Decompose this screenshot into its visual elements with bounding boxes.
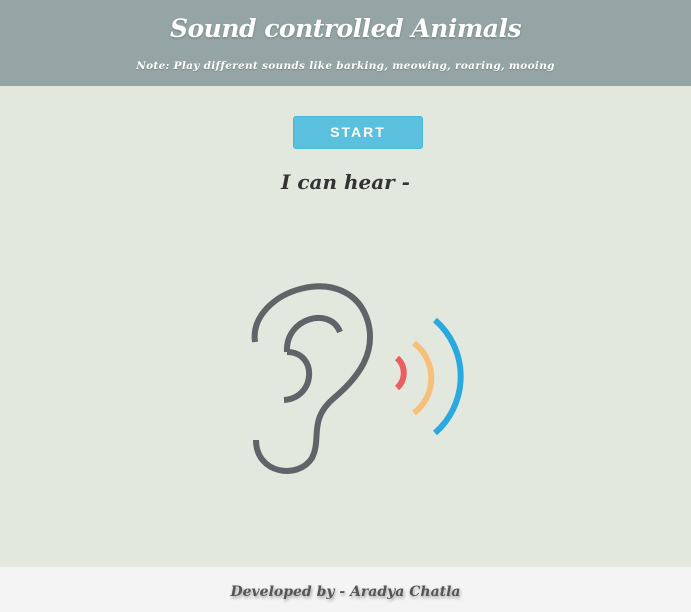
sound-wave-outer (433, 317, 464, 436)
ear-lobe-contour (283, 349, 313, 403)
ear-icon (251, 283, 374, 474)
page-footer: Developed by - Aradya Chatla (0, 567, 691, 612)
page-title: Sound controlled Animals (169, 14, 522, 43)
ear-inner-contour (283, 314, 343, 353)
ear-listening-icon (251, 283, 464, 474)
ear-outer-contour (251, 283, 374, 474)
sound-wave-inner (394, 355, 407, 391)
sound-wave-middle (412, 340, 435, 416)
page-header: Sound controlled Animals Note: Play diff… (0, 0, 691, 86)
start-button[interactable]: START (293, 116, 423, 149)
hear-label: I can hear - (281, 170, 410, 194)
page-note: Note: Play different sounds like barking… (136, 60, 555, 72)
sound-waves-icon (394, 317, 464, 436)
developer-credit: Developed by - Aradya Chatla (230, 584, 461, 600)
